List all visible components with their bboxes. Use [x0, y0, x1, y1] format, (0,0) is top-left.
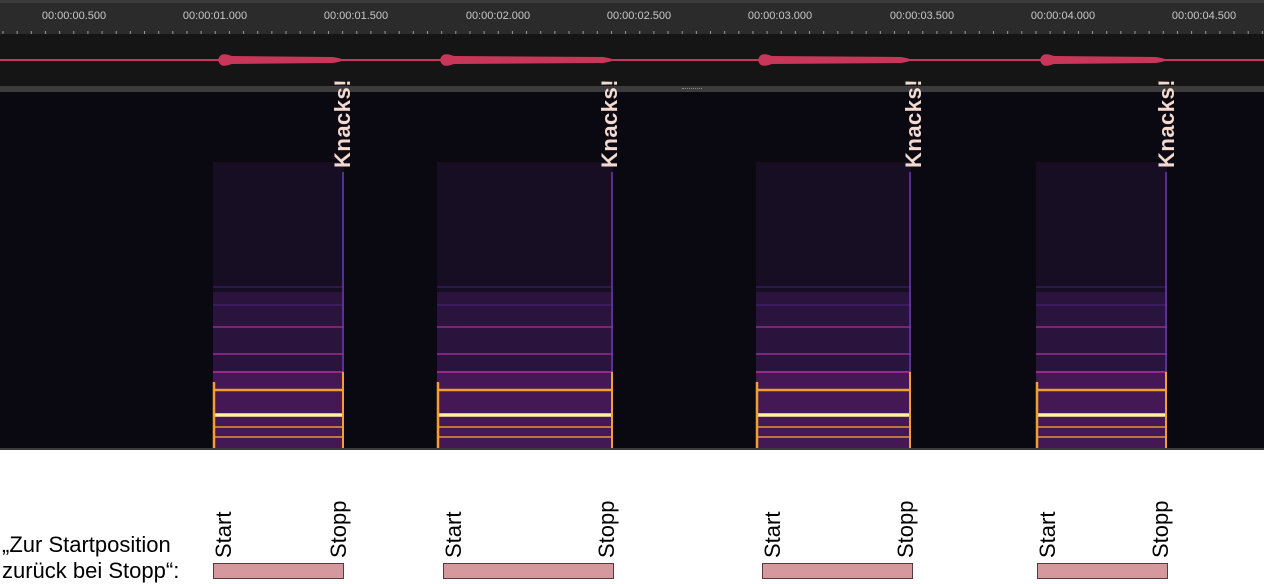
ruler-label: 00:00:03.000	[747, 10, 813, 22]
ruler-label: 00:00:02.000	[465, 10, 531, 22]
ruler-label: 00:00:02.500	[606, 10, 672, 22]
waveform-track[interactable]	[0, 34, 1264, 86]
stop-label: Stopp	[1148, 500, 1173, 559]
waveform-burst	[218, 54, 343, 66]
knacks-annotation: Knacks!	[1154, 78, 1179, 168]
ruler-label: 00:00:04.000	[1030, 10, 1096, 22]
caption: „Zur Startposition zurück bei Stopp“:	[2, 532, 179, 584]
stop-label: Stopp	[594, 500, 619, 559]
spectrogram-baseline	[0, 448, 1264, 450]
ruler-label: 00:00:03.500	[889, 10, 955, 22]
stop-label: Stopp	[893, 500, 918, 559]
knacks-annotation: Knacks!	[901, 78, 926, 168]
start-label: Start	[1035, 511, 1060, 558]
waveform	[0, 54, 1264, 66]
timeline-ruler[interactable]: 00:00:00.500 00:00:01.000 00:00:01.500 0…	[0, 0, 1264, 36]
segment-bar	[443, 563, 614, 579]
start-label: Start	[441, 511, 466, 558]
ruler-label: 00:00:01.000	[182, 10, 248, 22]
waveform-burst	[1040, 54, 1166, 66]
ruler-label: 00:00:00.500	[41, 10, 107, 22]
segment-bar	[213, 563, 344, 579]
caption-line: zurück bei Stopp“:	[2, 558, 180, 583]
knacks-annotation: Knacks!	[330, 78, 355, 168]
ruler-label: 00:00:04.500	[1171, 10, 1237, 22]
spectrogram	[212, 162, 1167, 448]
splitter-grip[interactable]	[682, 88, 702, 91]
segment-bar	[1037, 563, 1168, 579]
waveform-burst	[440, 54, 613, 66]
caption-line: „Zur Startposition	[2, 532, 171, 557]
knacks-annotation: Knacks!	[597, 78, 622, 168]
segment-bar	[762, 563, 913, 579]
waveform-burst	[758, 54, 911, 66]
start-label: Start	[760, 511, 785, 558]
stop-label: Stopp	[326, 500, 351, 559]
spectrogram-view[interactable]	[0, 92, 1264, 450]
ruler-label: 00:00:01.500	[323, 10, 389, 22]
start-label: Start	[211, 511, 236, 558]
